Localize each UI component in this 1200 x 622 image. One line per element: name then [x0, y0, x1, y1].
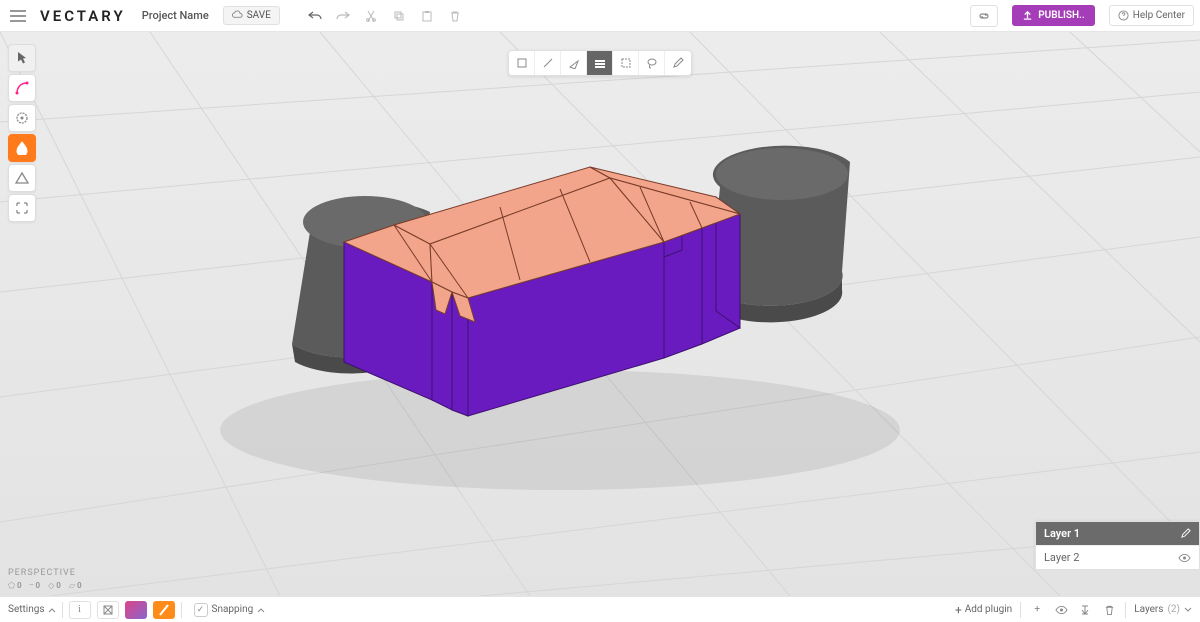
layers-label: Layers [1134, 604, 1163, 615]
help-icon [1118, 10, 1129, 21]
chevron-down-icon [1184, 607, 1192, 613]
mode-edge-icon[interactable] [535, 51, 561, 75]
layer-row-active[interactable]: Layer 1 [1036, 522, 1199, 545]
camera-mode-label: PERSPECTIVE [8, 568, 82, 578]
snapping-toggle[interactable]: ✓ Snapping [194, 603, 266, 617]
top-bar: VECTARY Project Name SAVE PUBLISH.. Help… [0, 0, 1200, 32]
app-logo: VECTARY [40, 7, 126, 25]
layers-count: (2) [1167, 604, 1180, 615]
menu-icon[interactable] [6, 4, 30, 28]
publish-label: PUBLISH.. [1038, 10, 1084, 21]
add-layer-icon[interactable]: + [1029, 602, 1045, 618]
save-button[interactable]: SAVE [223, 6, 280, 25]
edit-icon[interactable] [1180, 528, 1191, 539]
merge-layers-icon[interactable] [1077, 602, 1093, 618]
curve-tool-button[interactable] [8, 74, 36, 102]
mode-shaded-icon[interactable] [587, 51, 613, 75]
chevron-up-icon [257, 607, 265, 613]
info-toggle-button[interactable]: i [69, 601, 91, 619]
checkbox-icon: ✓ [194, 603, 208, 617]
select-rect-icon[interactable] [613, 51, 639, 75]
settings-label: Settings [8, 604, 45, 615]
delete-layer-icon[interactable] [1101, 602, 1117, 618]
chevron-up-icon [48, 607, 56, 613]
cut-icon[interactable] [362, 7, 380, 25]
wireframe-toggle-button[interactable] [97, 601, 119, 619]
hud-verts: ⬠ 0 [8, 580, 22, 590]
layers-dropdown[interactable]: Layers (2) [1134, 604, 1192, 615]
hud-faces: ◇ 0 [48, 580, 61, 590]
layer-label: Layer 2 [1044, 551, 1079, 564]
select-lasso-icon[interactable] [639, 51, 665, 75]
frame-tool-button[interactable] [8, 194, 36, 222]
material-toggle-button[interactable] [153, 601, 175, 619]
save-label: SAVE [247, 10, 271, 21]
viewport-canvas[interactable]: PERSPECTIVE ⬠ 0 ⎯ 0 ◇ 0 ▱ 0 Layer 1 Laye… [0, 32, 1200, 596]
triangle-tool-button[interactable] [8, 164, 36, 192]
upload-icon [1022, 10, 1033, 21]
cloud-save-icon [232, 10, 243, 21]
layers-panel: Layer 1 Layer 2 [1035, 521, 1200, 570]
share-link-button[interactable] [970, 5, 998, 27]
bottom-bar: Settings i ✓ Snapping + Add plugin + L [0, 596, 1200, 622]
scene-render [0, 32, 1200, 596]
display-mode-toolbar [508, 50, 692, 76]
help-label: Help Center [1133, 10, 1185, 21]
hud-objs: ▱ 0 [69, 580, 82, 590]
edit-pencil-icon[interactable] [665, 51, 691, 75]
hud-edges: ⎯ 0 [30, 580, 41, 590]
mode-box-icon[interactable] [509, 51, 535, 75]
pointer-tool-button[interactable] [8, 44, 36, 72]
settings-button[interactable]: Settings [8, 604, 56, 615]
left-toolbar [8, 44, 36, 222]
help-center-button[interactable]: Help Center [1109, 5, 1194, 26]
active-layer-label: Layer 1 [1044, 527, 1080, 540]
undo-icon[interactable] [306, 7, 324, 25]
history-tools [306, 7, 464, 25]
link-icon [977, 10, 991, 22]
snapping-label: Snapping [212, 604, 254, 615]
copy-icon[interactable] [390, 7, 408, 25]
publish-button[interactable]: PUBLISH.. [1012, 5, 1094, 26]
delete-icon[interactable] [446, 7, 464, 25]
layer-row[interactable]: Layer 2 [1036, 545, 1199, 569]
project-name[interactable]: Project Name [142, 9, 209, 22]
redo-icon[interactable] [334, 7, 352, 25]
add-plugin-button[interactable]: + Add plugin [955, 603, 1012, 617]
eye-icon[interactable] [1178, 553, 1191, 563]
toggle-visibility-icon[interactable] [1053, 602, 1069, 618]
shape-tool-button[interactable] [8, 104, 36, 132]
shading-toggle-button[interactable] [125, 601, 147, 619]
viewport-hud: PERSPECTIVE ⬠ 0 ⎯ 0 ◇ 0 ▱ 0 [8, 568, 82, 590]
drop-tool-button[interactable] [8, 134, 36, 162]
add-plugin-label: Add plugin [965, 604, 1012, 615]
paste-icon[interactable] [418, 7, 436, 25]
mode-normal-icon[interactable] [561, 51, 587, 75]
